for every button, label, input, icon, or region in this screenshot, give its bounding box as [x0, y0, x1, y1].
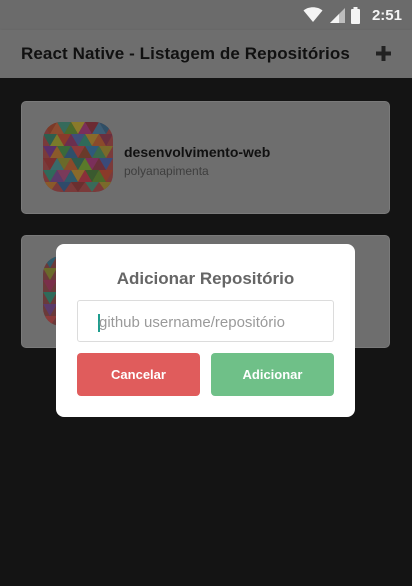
battery-icon — [350, 6, 360, 24]
cancel-button[interactable]: Cancelar — [77, 353, 200, 396]
add-repository-dialog: Adicionar Repositório github username/re… — [56, 244, 355, 417]
signal-icon — [329, 8, 345, 23]
repository-input[interactable]: github username/repositório — [77, 300, 334, 342]
input-placeholder: github username/repositório — [99, 314, 285, 331]
avatar — [43, 122, 113, 192]
wifi-icon — [303, 7, 323, 22]
repository-card[interactable]: desenvolvimento-web polyanapimenta — [21, 101, 390, 214]
plus-icon[interactable] — [376, 46, 391, 61]
dialog-title: Adicionar Repositório — [116, 269, 295, 288]
status-bar: 2:51 — [0, 0, 412, 30]
status-icons: 2:51 — [303, 6, 402, 24]
add-button[interactable]: Adicionar — [211, 353, 334, 396]
status-time: 2:51 — [371, 6, 402, 24]
repository-owner: polyanapimenta — [124, 164, 209, 178]
page-title: React Native - Listagem de Repositórios — [21, 44, 350, 63]
app-header: React Native - Listagem de Repositórios — [0, 30, 412, 78]
repository-name: desenvolvimento-web — [124, 144, 271, 160]
